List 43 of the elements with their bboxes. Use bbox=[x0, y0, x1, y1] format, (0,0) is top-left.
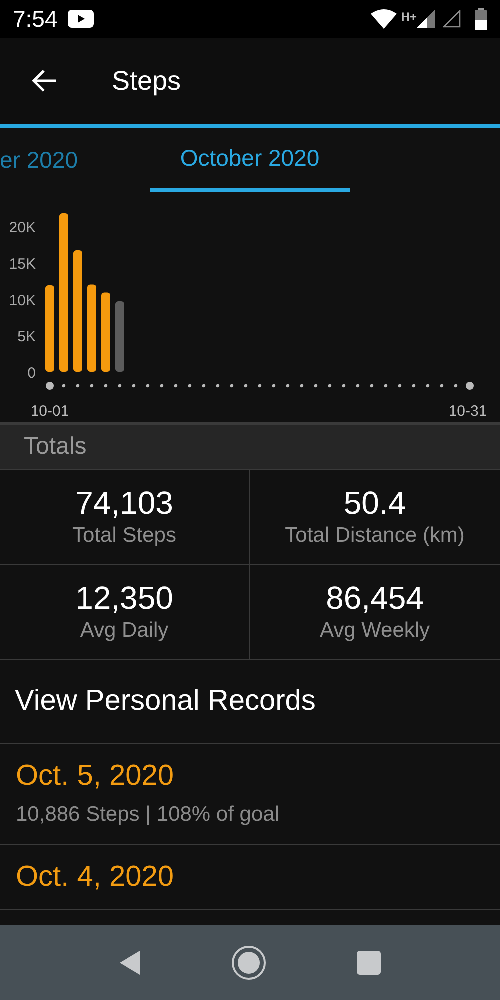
status-time: 7:54 bbox=[13, 4, 58, 34]
bar[interactable] bbox=[46, 285, 54, 372]
bar[interactable] bbox=[60, 213, 68, 372]
network-type: H+ bbox=[401, 9, 417, 26]
bar[interactable] bbox=[88, 284, 96, 372]
stat-label: Avg Weekly bbox=[320, 618, 430, 644]
stat-value: 50.4 bbox=[344, 484, 406, 522]
record-detail: 10,886 Steps | 108% of goal bbox=[16, 802, 280, 828]
stat-value: 74,103 bbox=[76, 484, 174, 522]
section-title: Totals bbox=[24, 432, 87, 462]
record-date: Oct. 4, 2020 bbox=[16, 860, 175, 895]
stat-value: 86,454 bbox=[326, 579, 424, 617]
axis-tick-label: 15K bbox=[9, 256, 36, 273]
wifi-icon bbox=[371, 9, 398, 29]
axis-tick-label: 20K bbox=[9, 220, 36, 237]
back-icon[interactable] bbox=[119, 950, 141, 976]
records-link[interactable]: View Personal Records bbox=[15, 680, 316, 724]
record-row[interactable]: Oct. 5, 2020 10,886 Steps | 108% of goal bbox=[0, 744, 500, 845]
bar[interactable] bbox=[102, 292, 110, 372]
axis-tick-label: 10K bbox=[9, 292, 36, 310]
signal-icon bbox=[417, 10, 435, 28]
axis-tick-label: 10-31 bbox=[448, 403, 488, 420]
back-arrow-icon[interactable] bbox=[31, 69, 57, 93]
records-row[interactable]: View Personal Records bbox=[0, 660, 500, 744]
month-tab[interactable]: October 2020 bbox=[150, 128, 350, 192]
stat-label: Avg Daily bbox=[80, 618, 169, 644]
axis-tick-label: 0 bbox=[28, 365, 36, 382]
bar[interactable] bbox=[74, 250, 82, 372]
recents-icon[interactable] bbox=[357, 950, 381, 974]
axis-tick-label: 10-01 bbox=[30, 403, 70, 420]
axis-tick-label: 5K bbox=[18, 328, 36, 346]
month-tab[interactable]: er 2020 bbox=[0, 128, 78, 192]
video-play-icon bbox=[68, 10, 94, 28]
stat-label: Total Distance (km) bbox=[285, 523, 465, 549]
record-row[interactable]: Oct. 4, 2020 bbox=[0, 845, 500, 910]
page-title: Steps bbox=[112, 64, 182, 98]
bar[interactable] bbox=[116, 301, 124, 372]
record-date: Oct. 5, 2020 bbox=[16, 759, 175, 794]
battery-icon bbox=[475, 8, 487, 30]
signal-icon bbox=[443, 10, 461, 28]
stat-value: 12,350 bbox=[76, 579, 174, 617]
home-icon[interactable] bbox=[231, 944, 267, 980]
stat-label: Total Steps bbox=[72, 523, 176, 549]
